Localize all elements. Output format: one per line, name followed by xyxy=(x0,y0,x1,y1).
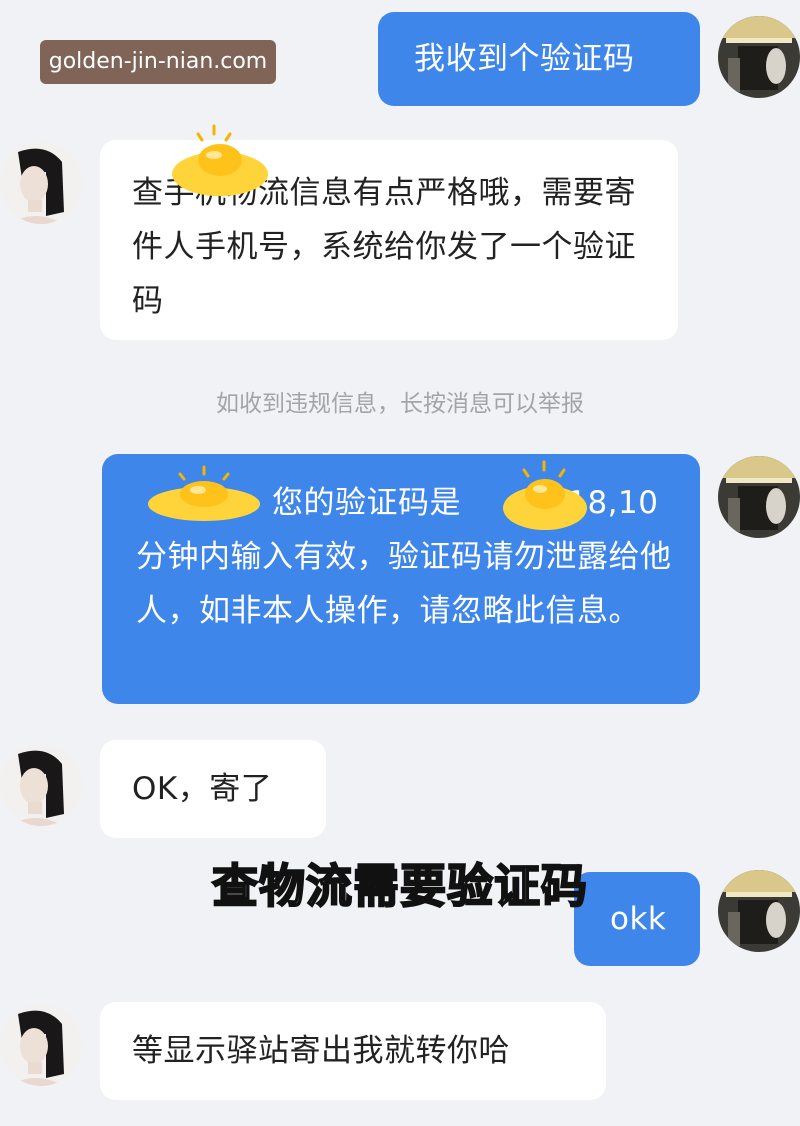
message-text: 等显示驿站寄出我就转你哈 xyxy=(132,1033,510,1069)
avatar-contact-icon xyxy=(0,142,82,224)
avatar-self[interactable] xyxy=(718,870,800,952)
video-caption: 查物流需要验证码 xyxy=(211,858,588,914)
avatar-self-icon xyxy=(718,16,800,98)
gold-ingot-sticker-icon xyxy=(148,465,260,521)
avatar-contact[interactable] xyxy=(0,142,82,224)
avatar-contact-icon xyxy=(0,1004,82,1086)
avatar-contact[interactable] xyxy=(0,744,82,826)
watermark: golden-jin-nian.com xyxy=(40,40,276,84)
avatar-self[interactable] xyxy=(718,16,800,98)
gold-ingot-sticker-icon xyxy=(172,124,268,196)
avatar-contact-icon xyxy=(0,744,82,826)
avatar-self-icon xyxy=(718,870,800,952)
message-bubble-mine[interactable]: 我收到个验证码 xyxy=(378,12,700,106)
avatar-contact[interactable] xyxy=(0,1004,82,1086)
message-bubble-theirs[interactable]: OK，寄了 xyxy=(100,740,326,838)
avatar-self-icon xyxy=(718,456,800,538)
message-text: OK，寄了 xyxy=(132,771,273,807)
system-note: 如收到违规信息，长按消息可以举报 xyxy=(216,391,584,417)
message-text: 我收到个验证码 xyxy=(414,41,635,77)
gold-ingot-sticker-icon xyxy=(503,460,587,530)
avatar-self[interactable] xyxy=(718,456,800,538)
message-text: 您的验证码是 xyxy=(272,485,461,521)
message-bubble-theirs[interactable]: 等显示驿站寄出我就转你哈 xyxy=(100,1002,606,1100)
